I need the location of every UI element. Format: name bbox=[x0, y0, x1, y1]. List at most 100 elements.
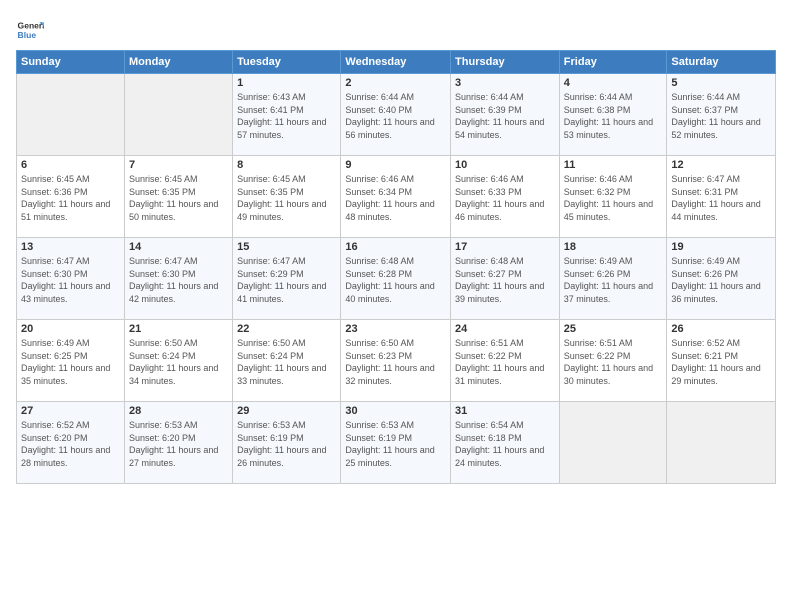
day-info: Sunrise: 6:48 AM Sunset: 6:28 PM Dayligh… bbox=[345, 255, 446, 305]
day-info: Sunrise: 6:53 AM Sunset: 6:20 PM Dayligh… bbox=[129, 419, 228, 469]
day-number: 22 bbox=[237, 323, 336, 335]
day-number: 18 bbox=[564, 241, 663, 253]
calendar-cell: 22 Sunrise: 6:50 AM Sunset: 6:24 PM Dayli… bbox=[233, 320, 341, 402]
calendar-cell: 6 Sunrise: 6:45 AM Sunset: 6:36 PM Daylig… bbox=[17, 156, 125, 238]
day-info: Sunrise: 6:43 AM Sunset: 6:41 PM Dayligh… bbox=[237, 91, 336, 141]
day-number: 23 bbox=[345, 323, 446, 335]
day-info: Sunrise: 6:53 AM Sunset: 6:19 PM Dayligh… bbox=[345, 419, 446, 469]
calendar-cell: 8 Sunrise: 6:45 AM Sunset: 6:35 PM Daylig… bbox=[233, 156, 341, 238]
day-number: 19 bbox=[671, 241, 771, 253]
day-info: Sunrise: 6:44 AM Sunset: 6:39 PM Dayligh… bbox=[455, 91, 555, 141]
weekday-header-friday: Friday bbox=[559, 51, 667, 74]
day-info: Sunrise: 6:54 AM Sunset: 6:18 PM Dayligh… bbox=[455, 419, 555, 469]
day-number: 12 bbox=[671, 159, 771, 171]
day-number: 13 bbox=[21, 241, 120, 253]
calendar-cell: 24 Sunrise: 6:51 AM Sunset: 6:22 PM Dayli… bbox=[451, 320, 560, 402]
weekday-header-row: SundayMondayTuesdayWednesdayThursdayFrid… bbox=[17, 51, 776, 74]
calendar-cell: 21 Sunrise: 6:50 AM Sunset: 6:24 PM Dayli… bbox=[124, 320, 232, 402]
calendar-cell: 3 Sunrise: 6:44 AM Sunset: 6:39 PM Daylig… bbox=[451, 74, 560, 156]
calendar-cell: 4 Sunrise: 6:44 AM Sunset: 6:38 PM Daylig… bbox=[559, 74, 667, 156]
calendar-body: 1 Sunrise: 6:43 AM Sunset: 6:41 PM Daylig… bbox=[17, 74, 776, 484]
calendar-cell: 5Sunrise: 6:44 AM Sunset: 6:37 PM Daylig… bbox=[667, 74, 776, 156]
day-info: Sunrise: 6:47 AM Sunset: 6:29 PM Dayligh… bbox=[237, 255, 336, 305]
calendar-table: SundayMondayTuesdayWednesdayThursdayFrid… bbox=[16, 50, 776, 484]
calendar-cell: 23 Sunrise: 6:50 AM Sunset: 6:23 PM Dayli… bbox=[341, 320, 451, 402]
day-number: 15 bbox=[237, 241, 336, 253]
day-info: Sunrise: 6:48 AM Sunset: 6:27 PM Dayligh… bbox=[455, 255, 555, 305]
day-number: 4 bbox=[564, 77, 663, 89]
calendar-cell: 10Sunrise: 6:46 AM Sunset: 6:33 PM Dayli… bbox=[451, 156, 560, 238]
day-info: Sunrise: 6:45 AM Sunset: 6:36 PM Dayligh… bbox=[21, 173, 120, 223]
day-number: 21 bbox=[129, 323, 228, 335]
day-info: Sunrise: 6:46 AM Sunset: 6:33 PM Dayligh… bbox=[455, 173, 555, 223]
day-info: Sunrise: 6:46 AM Sunset: 6:34 PM Dayligh… bbox=[345, 173, 446, 223]
calendar-cell bbox=[559, 402, 667, 484]
logo-icon: General Blue bbox=[16, 16, 44, 44]
day-number: 1 bbox=[237, 77, 336, 89]
day-info: Sunrise: 6:50 AM Sunset: 6:24 PM Dayligh… bbox=[129, 337, 228, 387]
calendar-cell bbox=[667, 402, 776, 484]
calendar-cell: 2 Sunrise: 6:44 AM Sunset: 6:40 PM Daylig… bbox=[341, 74, 451, 156]
calendar-week-4: 20 Sunrise: 6:49 AM Sunset: 6:25 PM Dayli… bbox=[17, 320, 776, 402]
calendar-cell: 16 Sunrise: 6:48 AM Sunset: 6:28 PM Dayli… bbox=[341, 238, 451, 320]
calendar-week-2: 6 Sunrise: 6:45 AM Sunset: 6:36 PM Daylig… bbox=[17, 156, 776, 238]
calendar-cell: 1 Sunrise: 6:43 AM Sunset: 6:41 PM Daylig… bbox=[233, 74, 341, 156]
day-info: Sunrise: 6:45 AM Sunset: 6:35 PM Dayligh… bbox=[129, 173, 228, 223]
day-info: Sunrise: 6:45 AM Sunset: 6:35 PM Dayligh… bbox=[237, 173, 336, 223]
calendar-cell: 14 Sunrise: 6:47 AM Sunset: 6:30 PM Dayli… bbox=[124, 238, 232, 320]
calendar-cell bbox=[17, 74, 125, 156]
weekday-header-saturday: Saturday bbox=[667, 51, 776, 74]
calendar-cell: 31 Sunrise: 6:54 AM Sunset: 6:18 PM Dayli… bbox=[451, 402, 560, 484]
calendar-week-5: 27 Sunrise: 6:52 AM Sunset: 6:20 PM Dayli… bbox=[17, 402, 776, 484]
day-number: 17 bbox=[455, 241, 555, 253]
calendar-cell: 18 Sunrise: 6:49 AM Sunset: 6:26 PM Dayli… bbox=[559, 238, 667, 320]
day-number: 25 bbox=[564, 323, 663, 335]
calendar-cell: 11 Sunrise: 6:46 AM Sunset: 6:32 PM Dayli… bbox=[559, 156, 667, 238]
calendar-cell: 19Sunrise: 6:49 AM Sunset: 6:26 PM Dayli… bbox=[667, 238, 776, 320]
day-number: 27 bbox=[21, 405, 120, 417]
day-number: 3 bbox=[455, 77, 555, 89]
calendar-cell: 26Sunrise: 6:52 AM Sunset: 6:21 PM Dayli… bbox=[667, 320, 776, 402]
day-number: 31 bbox=[455, 405, 555, 417]
weekday-header-wednesday: Wednesday bbox=[341, 51, 451, 74]
calendar-cell: 27 Sunrise: 6:52 AM Sunset: 6:20 PM Dayli… bbox=[17, 402, 125, 484]
day-number: 30 bbox=[345, 405, 446, 417]
day-info: Sunrise: 6:52 AM Sunset: 6:20 PM Dayligh… bbox=[21, 419, 120, 469]
day-info: Sunrise: 6:50 AM Sunset: 6:23 PM Dayligh… bbox=[345, 337, 446, 387]
day-number: 8 bbox=[237, 159, 336, 171]
day-number: 26 bbox=[671, 323, 771, 335]
day-number: 16 bbox=[345, 241, 446, 253]
day-info: Sunrise: 6:49 AM Sunset: 6:25 PM Dayligh… bbox=[21, 337, 120, 387]
day-number: 6 bbox=[21, 159, 120, 171]
day-number: 20 bbox=[21, 323, 120, 335]
day-info: Sunrise: 6:50 AM Sunset: 6:24 PM Dayligh… bbox=[237, 337, 336, 387]
day-number: 28 bbox=[129, 405, 228, 417]
calendar-cell: 29Sunrise: 6:53 AM Sunset: 6:19 PM Dayli… bbox=[233, 402, 341, 484]
day-number: 24 bbox=[455, 323, 555, 335]
logo: General Blue bbox=[16, 16, 44, 44]
day-info: Sunrise: 6:51 AM Sunset: 6:22 PM Dayligh… bbox=[455, 337, 555, 387]
day-number: 5 bbox=[671, 77, 771, 89]
day-info: Sunrise: 6:46 AM Sunset: 6:32 PM Dayligh… bbox=[564, 173, 663, 223]
page: General Blue SundayMondayTuesdayWednesda… bbox=[0, 0, 792, 612]
svg-text:General: General bbox=[18, 20, 44, 30]
calendar-cell: 13Sunrise: 6:47 AM Sunset: 6:30 PM Dayli… bbox=[17, 238, 125, 320]
calendar-cell: 28 Sunrise: 6:53 AM Sunset: 6:20 PM Dayli… bbox=[124, 402, 232, 484]
weekday-header-thursday: Thursday bbox=[451, 51, 560, 74]
calendar-cell: 9Sunrise: 6:46 AM Sunset: 6:34 PM Daylig… bbox=[341, 156, 451, 238]
day-info: Sunrise: 6:49 AM Sunset: 6:26 PM Dayligh… bbox=[564, 255, 663, 305]
day-number: 14 bbox=[129, 241, 228, 253]
calendar-cell: 25Sunrise: 6:51 AM Sunset: 6:22 PM Dayli… bbox=[559, 320, 667, 402]
calendar-week-3: 13 Sunrise: 6:47 AM Sunset: 6:30 PM Dayli… bbox=[17, 238, 776, 320]
calendar-cell: 12Sunrise: 6:47 AM Sunset: 6:31 PM Dayli… bbox=[667, 156, 776, 238]
day-info: Sunrise: 6:44 AM Sunset: 6:38 PM Dayligh… bbox=[564, 91, 663, 141]
weekday-header-monday: Monday bbox=[124, 51, 232, 74]
day-info: Sunrise: 6:53 AM Sunset: 6:19 PM Dayligh… bbox=[237, 419, 336, 469]
day-number: 11 bbox=[564, 159, 663, 171]
calendar-cell bbox=[124, 74, 232, 156]
day-info: Sunrise: 6:47 AM Sunset: 6:30 PM Dayligh… bbox=[129, 255, 228, 305]
day-number: 2 bbox=[345, 77, 446, 89]
header: General Blue bbox=[16, 16, 776, 44]
day-info: Sunrise: 6:44 AM Sunset: 6:40 PM Dayligh… bbox=[345, 91, 446, 141]
calendar-cell: 7Sunrise: 6:45 AM Sunset: 6:35 PM Daylig… bbox=[124, 156, 232, 238]
